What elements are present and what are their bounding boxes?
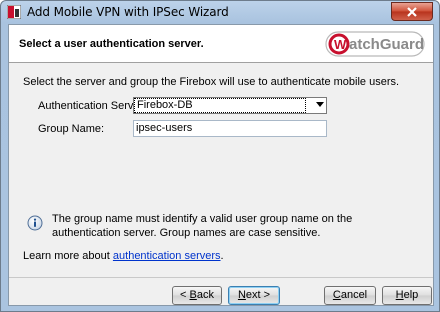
next-button[interactable]: Next >	[228, 286, 280, 305]
group-name-input[interactable]: ipsec-users	[133, 120, 327, 137]
authentication-server-value: Firebox-DB	[134, 98, 306, 113]
learn-more: Learn more about authentication servers.	[23, 250, 224, 262]
cancel-accel: C	[332, 289, 341, 301]
close-icon	[407, 6, 417, 17]
svg-text:atchGuard: atchGuard	[349, 36, 424, 53]
page-title: Select a user authentication server.	[19, 38, 204, 50]
wizard-header: Select a user authentication server. W a…	[9, 25, 433, 63]
help-rest: elp	[403, 289, 419, 301]
back-prefix: <	[180, 289, 190, 301]
authentication-server-select[interactable]: Firebox-DB	[133, 97, 327, 114]
cancel-rest: ancel	[340, 289, 368, 301]
title-bar[interactable]: Add Mobile VPN with IPSec Wizard	[1, 1, 439, 24]
intro-text: Select the server and group the Firebox …	[23, 76, 400, 88]
back-rest: ack	[196, 289, 214, 301]
learn-more-prefix: Learn more about	[23, 250, 110, 262]
back-button[interactable]: < Back	[172, 286, 222, 305]
wizard-app-icon	[7, 5, 21, 19]
learn-more-suffix: .	[220, 250, 224, 262]
chevron-down-icon[interactable]	[316, 102, 324, 107]
svg-text:W: W	[334, 37, 347, 52]
info-icon	[27, 215, 43, 231]
authentication-servers-link[interactable]: authentication servers	[113, 250, 221, 262]
window-title: Add Mobile VPN with IPSec Wizard	[27, 5, 229, 19]
help-button[interactable]: Help	[382, 286, 432, 305]
group-name-info-text: The group name must identify a valid use…	[52, 213, 353, 239]
next-rest: ext >	[245, 289, 271, 301]
watchguard-logo: W atchGuard	[325, 31, 425, 57]
back-accel: B	[189, 289, 197, 301]
cancel-button[interactable]: Cancel	[324, 286, 376, 305]
group-name-label: Group Name:	[38, 123, 105, 135]
next-accel: N	[237, 289, 246, 301]
close-button[interactable]	[391, 2, 433, 21]
authentication-server-label: Authentication Server:	[38, 100, 147, 112]
help-accel: H	[395, 289, 404, 301]
wizard-window: Add Mobile VPN with IPSec Wizard Select …	[0, 0, 440, 312]
button-divider	[9, 277, 433, 278]
wizard-client-area: Select a user authentication server. W a…	[8, 24, 434, 306]
